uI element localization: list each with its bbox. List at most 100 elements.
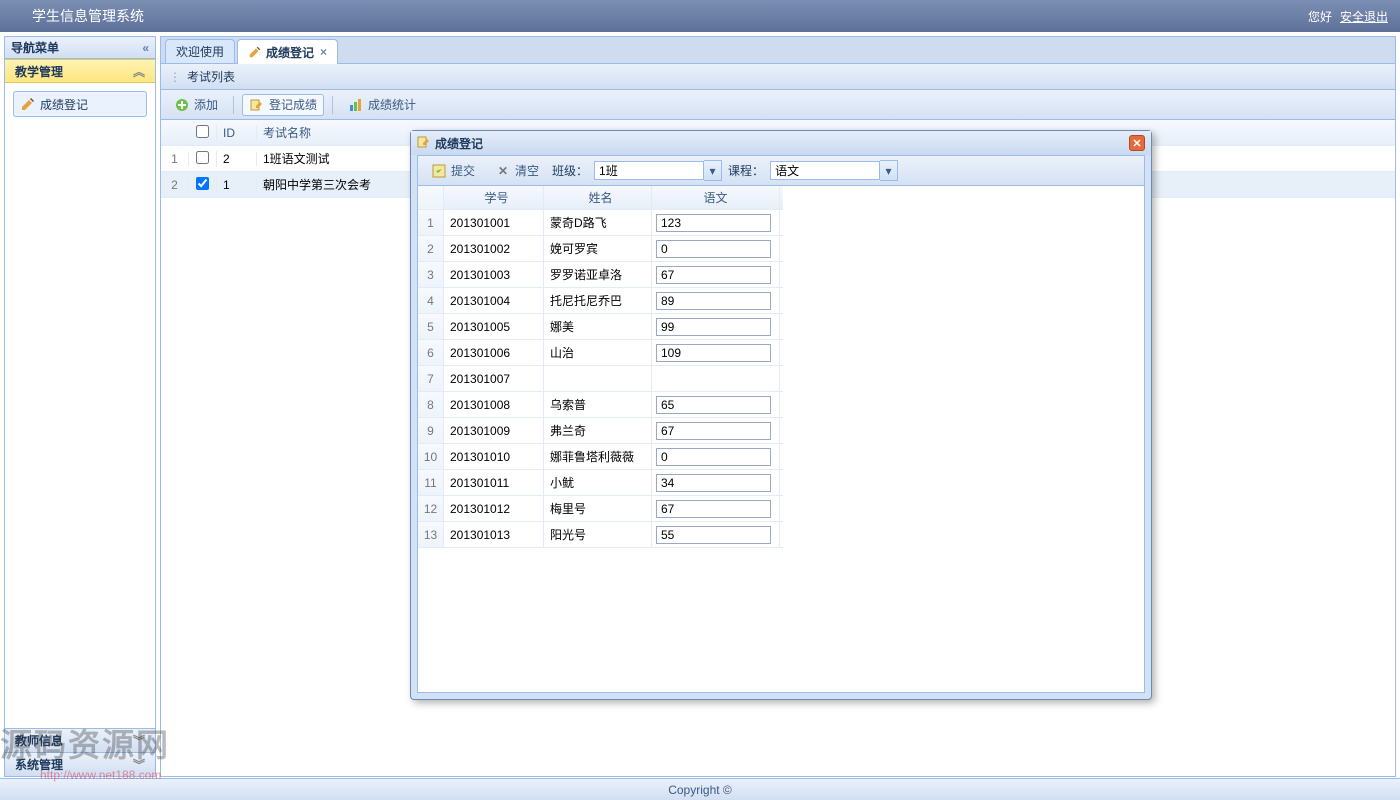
score-input[interactable] bbox=[656, 396, 771, 414]
row-number: 13 bbox=[418, 522, 444, 547]
class-combo[interactable]: ▾ bbox=[594, 160, 722, 181]
cell-student-name: 罗罗诺亚卓洛 bbox=[544, 262, 652, 287]
course-combo[interactable]: ▾ bbox=[770, 160, 898, 181]
cell-sno: 201301004 bbox=[444, 288, 544, 313]
row-number: 7 bbox=[418, 366, 444, 391]
accordion-label: 系统管理 bbox=[15, 756, 63, 773]
score-input[interactable] bbox=[656, 318, 771, 336]
cell-id: 2 bbox=[217, 152, 257, 166]
tab-close-icon[interactable]: × bbox=[320, 45, 327, 59]
table-row: 1 201301001 蒙奇D路飞 bbox=[418, 210, 783, 236]
accordion-label: 教师信息 bbox=[15, 732, 63, 749]
class-input[interactable] bbox=[594, 161, 704, 180]
row-number: 2 bbox=[418, 236, 444, 261]
grade-dialog: 成绩登记 ✕ 提交 ✕ 清空 班级： ▾ 课程： ▾ bbox=[410, 130, 1152, 700]
register-grade-button[interactable]: 登记成绩 bbox=[242, 94, 324, 116]
toolbar-label: 清空 bbox=[515, 162, 539, 179]
chevrons-down-icon: ︾ bbox=[133, 756, 145, 773]
row-number: 2 bbox=[161, 178, 189, 192]
cell-sno: 201301012 bbox=[444, 496, 544, 521]
accordion-teacher[interactable]: 教师信息 ︾ bbox=[5, 728, 155, 752]
cell-sno: 201301002 bbox=[444, 236, 544, 261]
row-number: 9 bbox=[418, 418, 444, 443]
exam-toolbar: 添加 登记成绩 成绩统计 bbox=[161, 90, 1395, 120]
score-input[interactable] bbox=[656, 266, 771, 284]
cell-score bbox=[652, 496, 780, 521]
score-input[interactable] bbox=[656, 474, 771, 492]
tab-welcome[interactable]: 欢迎使用 bbox=[165, 39, 235, 63]
cell-sno: 201301010 bbox=[444, 444, 544, 469]
table-row: 10 201301010 娜菲鲁塔利薇薇 bbox=[418, 444, 783, 470]
footer-text: Copyright © bbox=[668, 783, 732, 797]
toolbar-label: 添加 bbox=[194, 96, 218, 113]
close-icon[interactable]: ✕ bbox=[1129, 135, 1145, 151]
cell-student-name: 蒙奇D路飞 bbox=[544, 210, 652, 235]
col-id: ID bbox=[217, 126, 257, 140]
score-input[interactable] bbox=[656, 526, 771, 544]
table-row: 9 201301009 弗兰奇 bbox=[418, 418, 783, 444]
score-input[interactable] bbox=[656, 292, 771, 310]
dialog-body: 提交 ✕ 清空 班级： ▾ 课程： ▾ 学号 姓名 语文 bbox=[417, 155, 1145, 693]
col-score: 语文 bbox=[652, 186, 780, 209]
checkbox-all[interactable] bbox=[196, 125, 209, 138]
cell-student-name: 小鱿 bbox=[544, 470, 652, 495]
cell-student-name: 阳光号 bbox=[544, 522, 652, 547]
course-input[interactable] bbox=[770, 161, 880, 180]
app-header: 学生信息管理系统 您好 安全退出 bbox=[0, 0, 1400, 32]
cell-score bbox=[652, 392, 780, 417]
header-right: 您好 安全退出 bbox=[1308, 8, 1388, 25]
clear-button[interactable]: ✕ 清空 bbox=[488, 160, 546, 182]
row-number: 3 bbox=[418, 262, 444, 287]
cell-sno: 201301005 bbox=[444, 314, 544, 339]
tab-grade-register[interactable]: 成绩登记 × bbox=[237, 39, 338, 64]
cell-sno: 201301007 bbox=[444, 366, 544, 391]
table-row: 4 201301004 托尼托尼乔巴 bbox=[418, 288, 783, 314]
chevron-down-icon[interactable]: ▾ bbox=[880, 160, 898, 181]
cell-student-name: 娜菲鲁塔利薇薇 bbox=[544, 444, 652, 469]
score-input[interactable] bbox=[656, 448, 771, 466]
cell-student-name: 弗兰奇 bbox=[544, 418, 652, 443]
table-row: 13 201301013 阳光号 bbox=[418, 522, 783, 548]
cell-sno: 201301003 bbox=[444, 262, 544, 287]
row-number: 10 bbox=[418, 444, 444, 469]
row-checkbox[interactable] bbox=[196, 151, 209, 164]
score-input[interactable] bbox=[656, 500, 771, 518]
row-checkbox[interactable] bbox=[196, 177, 209, 190]
score-input[interactable] bbox=[656, 214, 771, 232]
score-input[interactable] bbox=[656, 422, 771, 440]
edit-list-icon bbox=[249, 97, 265, 113]
tab-label: 成绩登记 bbox=[266, 44, 314, 61]
score-input[interactable] bbox=[656, 344, 771, 362]
cell-sno: 201301013 bbox=[444, 522, 544, 547]
accordion-label: 教学管理 bbox=[15, 63, 63, 80]
chevron-down-icon[interactable]: ▾ bbox=[704, 160, 722, 181]
course-label: 课程： bbox=[728, 162, 764, 179]
cell-student-name: 娜美 bbox=[544, 314, 652, 339]
cell-sno: 201301001 bbox=[444, 210, 544, 235]
pencil-icon bbox=[248, 45, 262, 59]
stats-button[interactable]: 成绩统计 bbox=[341, 94, 423, 116]
student-grid-header: 学号 姓名 语文 bbox=[418, 186, 783, 210]
sidebar: 导航菜单 « 教学管理 ︽ 成绩登记 教师信息 ︾ 系统管理 ︾ bbox=[4, 36, 156, 777]
cell-sno: 201301011 bbox=[444, 470, 544, 495]
dialog-titlebar[interactable]: 成绩登记 ✕ bbox=[411, 131, 1151, 155]
tab-label: 欢迎使用 bbox=[176, 43, 224, 60]
class-label: 班级： bbox=[552, 162, 588, 179]
logout-link[interactable]: 安全退出 bbox=[1340, 8, 1388, 25]
table-row: 11 201301011 小鱿 bbox=[418, 470, 783, 496]
submit-button[interactable]: 提交 bbox=[424, 160, 482, 182]
table-row: 6 201301006 山治 bbox=[418, 340, 783, 366]
cell-score bbox=[652, 210, 780, 235]
score-input[interactable] bbox=[656, 240, 771, 258]
cell-sno: 201301006 bbox=[444, 340, 544, 365]
collapse-icon[interactable]: « bbox=[142, 41, 149, 55]
separator bbox=[233, 96, 234, 114]
cell-score bbox=[652, 418, 780, 443]
sidebar-item-grade-register[interactable]: 成绩登记 bbox=[13, 91, 147, 117]
row-number: 11 bbox=[418, 470, 444, 495]
row-number: 1 bbox=[161, 152, 189, 166]
accordion-system[interactable]: 系统管理 ︾ bbox=[5, 752, 155, 776]
accordion-teaching[interactable]: 教学管理 ︽ bbox=[5, 59, 155, 83]
table-row: 12 201301012 梅里号 bbox=[418, 496, 783, 522]
add-button[interactable]: 添加 bbox=[167, 94, 225, 116]
